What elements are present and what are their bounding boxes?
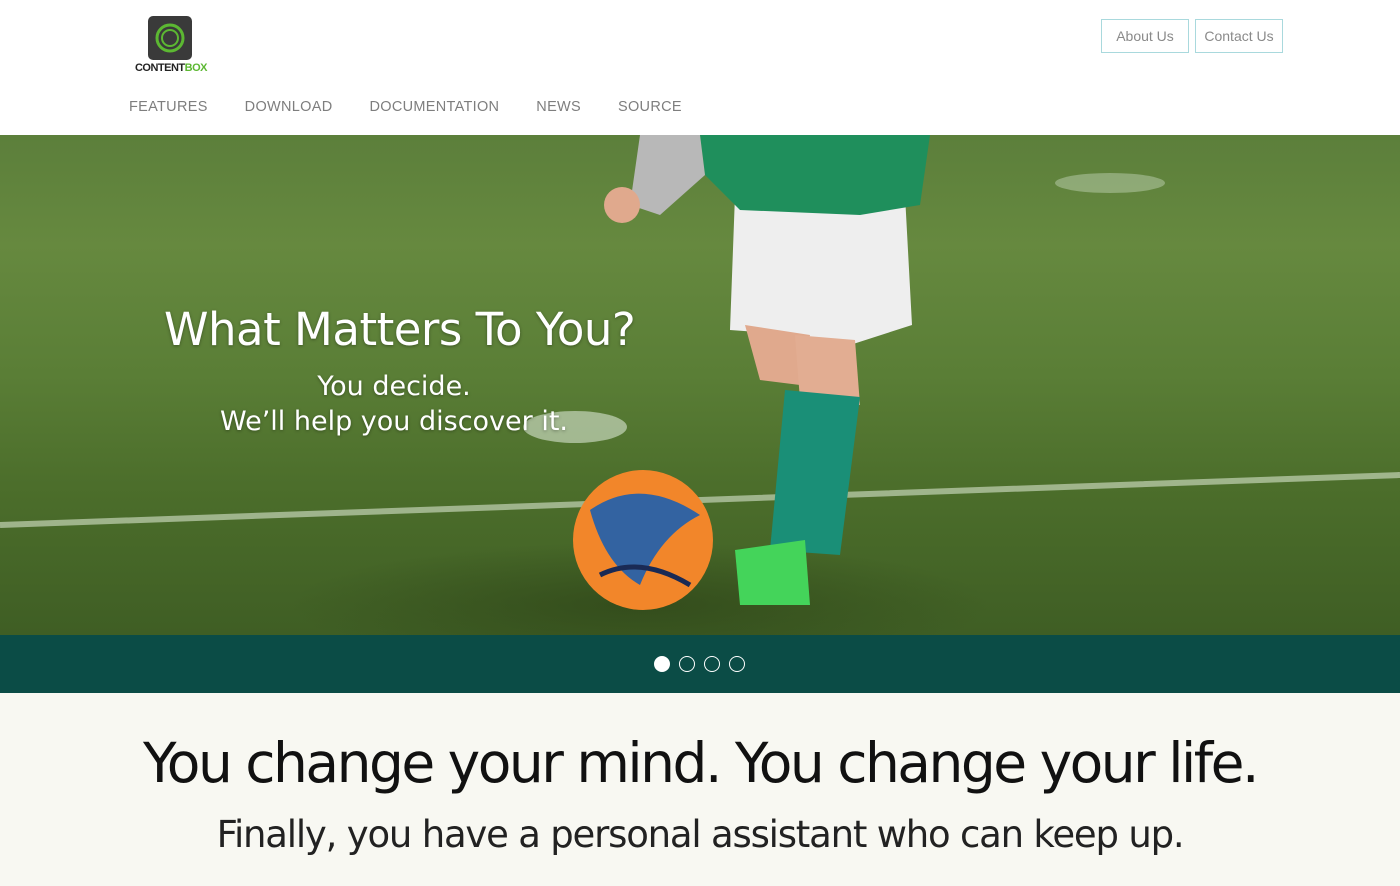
hero-subtitle-line1: You decide.	[317, 371, 471, 402]
tagline-subheadline: Finally, you have a personal assistant w…	[216, 813, 1185, 856]
main-nav: FEATURES DOWNLOAD DOCUMENTATION NEWS SOU…	[129, 99, 719, 119]
nav-features[interactable]: FEATURES	[129, 99, 208, 119]
hero-slide: What Matters To You? You decide. We’ll h…	[0, 135, 1400, 635]
nav-documentation[interactable]: DOCUMENTATION	[369, 99, 499, 119]
logo-word-box: BOX	[184, 62, 208, 74]
carousel-dot-2[interactable]	[679, 656, 695, 672]
carousel-dots	[654, 656, 754, 672]
carousel-dot-3[interactable]	[704, 656, 720, 672]
nav-news[interactable]: NEWS	[536, 99, 581, 119]
about-us-button[interactable]: About Us	[1101, 19, 1189, 53]
nav-source[interactable]: SOURCE	[618, 99, 682, 119]
carousel-dot-4[interactable]	[729, 656, 745, 672]
logo-wordmark: CONTENTBOX	[131, 62, 211, 74]
hero-title: What Matters To You?	[164, 303, 636, 356]
logo-circle-icon	[148, 16, 192, 60]
hero-subtitle-line2: We’ll help you discover it.	[219, 406, 569, 437]
logo-word-content: CONTENT	[134, 62, 185, 74]
carousel-dot-1[interactable]	[654, 656, 670, 672]
tagline-headline: You change your mind. You change your li…	[143, 731, 1260, 795]
tagline-section: You change your mind. You change your li…	[0, 693, 1400, 886]
site-header: CONTENTBOX About Us Contact Us FEATURES …	[0, 0, 1400, 135]
nav-download[interactable]: DOWNLOAD	[245, 99, 333, 119]
contentbox-logo[interactable]: CONTENTBOX	[131, 15, 211, 77]
contact-us-button[interactable]: Contact Us	[1195, 19, 1283, 53]
carousel-pager-bar	[0, 635, 1400, 693]
